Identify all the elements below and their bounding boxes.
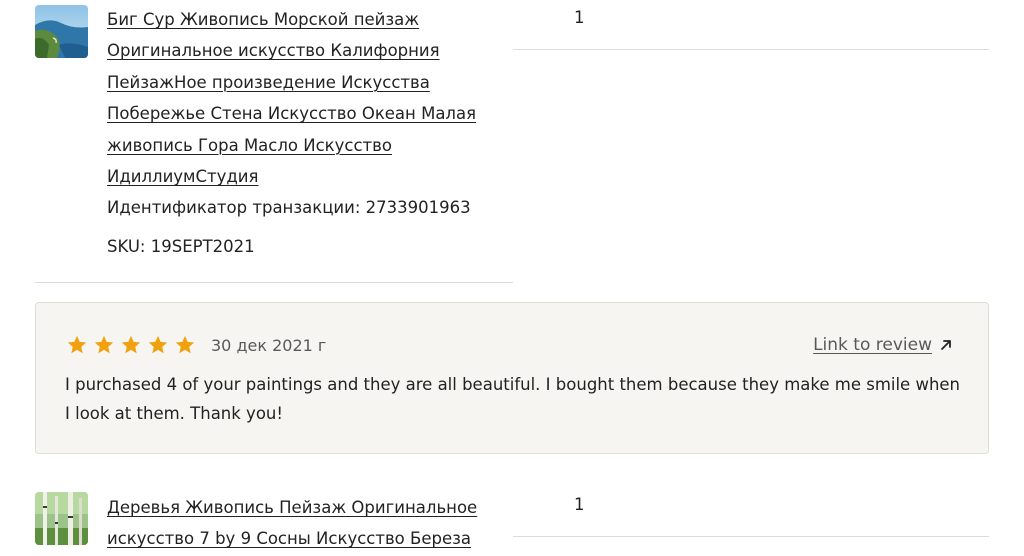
review-date: 30 дек 2021 г: [211, 336, 327, 355]
arrow-up-right-icon[interactable]: [940, 339, 952, 351]
product-title-line: Побережье Стена Искусство Океан Малая: [107, 104, 477, 124]
birch-trees-painting-thumbnail[interactable]: [35, 492, 88, 545]
product-title-line: искусство 7 by 9 Сосны Искусство Береза: [107, 529, 472, 549]
product-title-line: ПейзажНое произведение Искусства: [107, 72, 430, 92]
star-icon: [175, 335, 195, 354]
product-title-link[interactable]: Биг Сур Живопись Морской пейзаж Оригинал…: [107, 4, 497, 192]
product-title-line: Оригинальное искусство Калифорния: [107, 41, 440, 61]
star-icon: [121, 335, 141, 354]
product-title-line: Деревья Живопись Пейзаж Оригинальное: [107, 498, 478, 517]
product-title-line: Биг Сур Живопись Морской пейзаж: [107, 10, 420, 29]
star-rating: [66, 334, 196, 356]
star-icon: [148, 335, 168, 354]
review-text: I purchased 4 of your paintings and they…: [65, 375, 961, 423]
transaction-id: Идентификатор транзакции: 2733901963: [107, 198, 471, 217]
seascape-painting-thumbnail[interactable]: [35, 5, 88, 58]
review-card: 30 дек 2021 г Link to review I purchased…: [35, 302, 989, 454]
star-icon: [67, 335, 87, 354]
sku-label: SKU: 19SEPT2021: [107, 237, 255, 256]
product-title-line: живопись Гора Масло Искусство: [107, 135, 392, 155]
quantity-value: 1: [574, 495, 585, 514]
star-icon: [94, 335, 114, 354]
product-title-link[interactable]: Деревья Живопись Пейзаж Оригинальное иск…: [107, 492, 497, 555]
link-to-review[interactable]: Link to review: [813, 335, 932, 355]
product-title-line: ИдиллиумСтудия: [107, 167, 259, 187]
divider: [35, 282, 513, 283]
quantity-value: 1: [574, 8, 585, 27]
divider: [513, 536, 989, 537]
divider: [513, 49, 989, 50]
